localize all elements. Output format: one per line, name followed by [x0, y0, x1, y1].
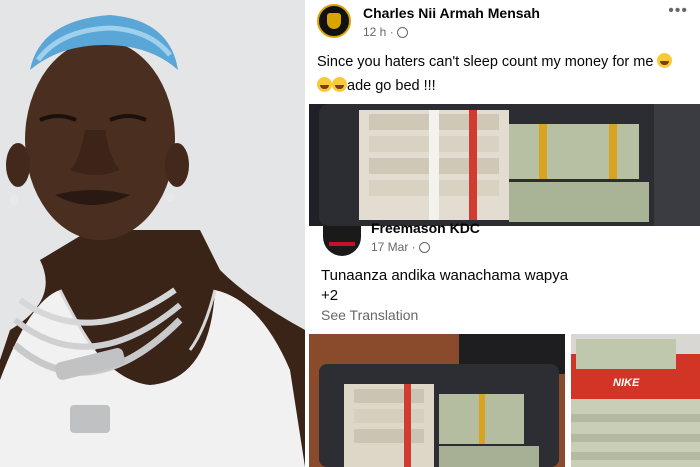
- flag-stripe: [329, 242, 355, 246]
- post-photo-suitcase[interactable]: [309, 334, 565, 467]
- post-text-line: Since you haters can't sleep count my mo…: [317, 54, 654, 70]
- avatar[interactable]: [317, 4, 351, 38]
- laughing-emoji-icon: [332, 77, 347, 92]
- post-photo-shoebox[interactable]: NIKE: [571, 334, 700, 467]
- portrait-illustration: [0, 0, 305, 467]
- more-options-icon[interactable]: •••: [668, 2, 688, 20]
- laughing-emoji-icon: [657, 53, 673, 68]
- shoebox-money-image: NIKE: [571, 334, 700, 467]
- post-header: Freemason KDC 17 Mar ·: [309, 220, 700, 260]
- post-time: 17 Mar ·: [371, 240, 430, 254]
- post-photo-suitcase[interactable]: [309, 104, 700, 226]
- post-text-line: Tunaanza andika wanachama wapya: [321, 267, 569, 284]
- suitcase-money-image: [309, 334, 565, 467]
- post-text-line: ade go bed !!!: [347, 78, 436, 94]
- timestamp: 12 h ·: [363, 25, 394, 39]
- post-text: Tunaanza andika wanachama wapya +2: [321, 266, 691, 306]
- post-text-line: +2: [321, 287, 339, 304]
- portrait-photo: [0, 0, 305, 467]
- see-translation-link[interactable]: See Translation: [321, 307, 418, 323]
- suitcase-money-image: [309, 104, 700, 226]
- globe-icon: [396, 27, 408, 39]
- laughing-emoji-icon: [317, 77, 332, 92]
- post-text: Since you haters can't sleep count my mo…: [317, 50, 692, 98]
- post-time: 12 h ·: [363, 25, 408, 39]
- emblem-icon: [327, 13, 341, 29]
- nike-logo: NIKE: [613, 377, 640, 389]
- globe-icon: [418, 242, 430, 254]
- screenshot-collage: Charles Nii Armah Mensah 12 h · ••• Sinc…: [309, 0, 700, 467]
- avatar[interactable]: [323, 226, 361, 256]
- author-name[interactable]: Freemason KDC: [371, 220, 480, 236]
- author-name[interactable]: Charles Nii Armah Mensah: [363, 5, 540, 21]
- post-header: Charles Nii Armah Mensah 12 h · •••: [309, 0, 700, 44]
- timestamp: 17 Mar ·: [371, 240, 416, 254]
